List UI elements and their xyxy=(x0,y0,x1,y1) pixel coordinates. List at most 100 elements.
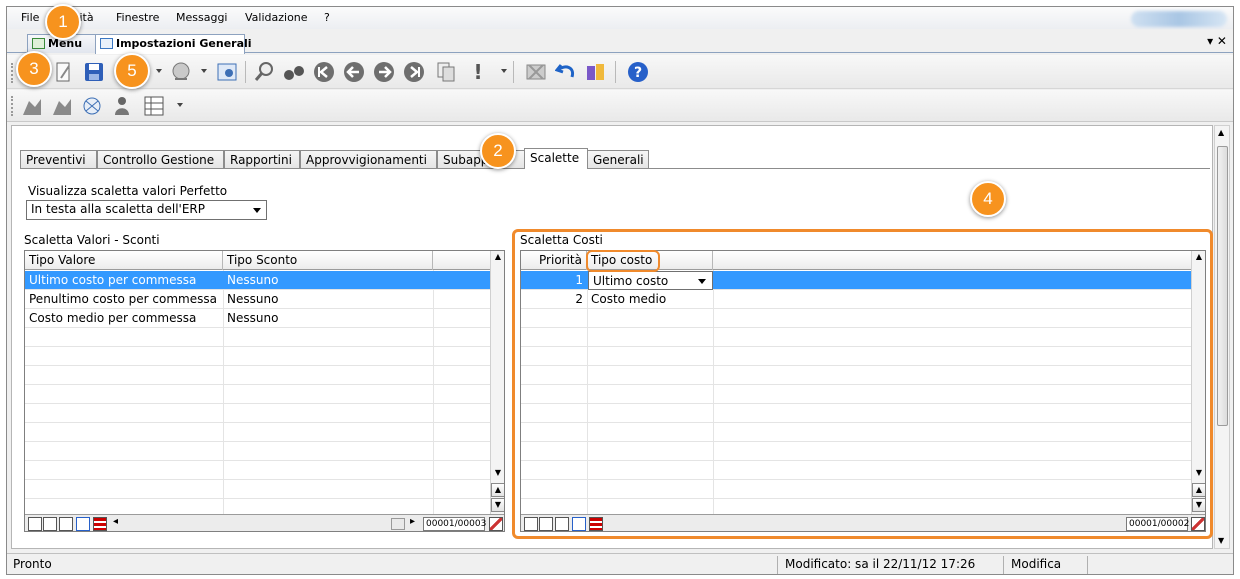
settings-panel: Preventivi Controllo Gestione Rapportini… xyxy=(11,125,1213,549)
search-icon[interactable] xyxy=(253,61,275,83)
globe-icon[interactable] xyxy=(171,61,193,83)
status-divider xyxy=(777,556,778,574)
grid-vertical-scrollbar[interactable]: ▲ ▼ ▲ ▼ xyxy=(490,251,504,515)
tab-rapportini[interactable]: Rapportini xyxy=(224,150,300,169)
status-mode: Modifica xyxy=(1011,557,1062,571)
globe-dropdown-icon[interactable] xyxy=(201,69,207,73)
settings-icon[interactable] xyxy=(216,61,238,83)
new-row-icon[interactable] xyxy=(28,517,42,531)
list-icon[interactable] xyxy=(93,517,107,531)
export-icon[interactable] xyxy=(76,517,90,531)
chevron-down-icon xyxy=(253,208,261,213)
empty-row xyxy=(25,347,490,366)
document-tabs: Menu Impostazioni Generali ▾ ✕ xyxy=(7,31,1233,54)
tab-preventivi[interactable]: Preventivi xyxy=(20,150,97,169)
settings-tab-icon xyxy=(100,38,113,49)
main-toolbar: ! ? xyxy=(7,55,1233,89)
status-bar: Pronto Modificato: sa il 22/11/12 17:26 … xyxy=(7,553,1233,574)
toolbar-grip xyxy=(11,63,13,83)
scroll-down-icon[interactable]: ▼ xyxy=(491,467,504,481)
scroll-down-icon[interactable]: ▼ xyxy=(1218,536,1224,545)
help-icon[interactable]: ? xyxy=(627,61,649,83)
cell-tipo-sconto: Nessuno xyxy=(227,292,279,306)
attach-icon[interactable] xyxy=(585,61,607,83)
last-record-icon[interactable] xyxy=(403,61,425,83)
callout-badge-5: 5 xyxy=(114,53,150,89)
next-record-icon[interactable] xyxy=(373,61,395,83)
table-row[interactable]: Costo medio per commessa Nessuno xyxy=(25,309,490,328)
doctab-impostazioni-generali[interactable]: Impostazioni Generali xyxy=(95,34,252,54)
table-row[interactable]: Penultimo costo per commessa Nessuno xyxy=(25,290,490,309)
menu-tab-icon xyxy=(32,38,45,49)
delete-row-icon[interactable] xyxy=(43,517,57,531)
building-icon[interactable] xyxy=(21,95,43,117)
toolbar-separator xyxy=(615,61,616,83)
alert-icon[interactable]: ! xyxy=(467,60,489,84)
cell-tipo-sconto: Nessuno xyxy=(227,273,279,287)
table-row[interactable]: Ultimo costo per commessa Nessuno xyxy=(25,271,490,290)
scaletta-valori-title: Scaletta Valori - Sconti xyxy=(24,233,160,247)
empty-row xyxy=(25,404,490,423)
scroll-left-icon[interactable]: ◂ xyxy=(113,516,118,527)
doc-window-controls[interactable]: ▾ ✕ xyxy=(1207,34,1227,48)
svg-text:?: ? xyxy=(634,65,642,81)
status-divider xyxy=(1003,556,1004,574)
edit-icon[interactable] xyxy=(53,61,75,83)
callout-badge-2: 2 xyxy=(480,133,516,169)
scrollbar-thumb[interactable] xyxy=(1217,146,1228,426)
menu-messaggi[interactable]: Messaggi xyxy=(176,11,227,24)
grid-view-icon[interactable] xyxy=(143,95,165,117)
refresh-icon[interactable] xyxy=(489,517,503,531)
scaletta-costi-highlight xyxy=(512,229,1213,539)
grid-header: Tipo Valore Tipo Sconto xyxy=(25,251,490,270)
scroll-up-icon[interactable]: ▲ xyxy=(1218,128,1224,137)
cell-tipo-valore: Costo medio per commessa xyxy=(29,311,197,325)
cancel-icon[interactable] xyxy=(525,61,547,83)
app-window: File Utilità Finestre Messaggi Validazio… xyxy=(6,6,1234,575)
scroll-up-icon[interactable]: ▲ xyxy=(491,251,504,265)
status-text: Pronto xyxy=(13,557,52,571)
tab-generali[interactable]: Generali xyxy=(587,150,649,169)
network-icon[interactable] xyxy=(81,95,103,117)
edit-row-icon[interactable] xyxy=(59,517,73,531)
menu-finestre[interactable]: Finestre xyxy=(116,11,159,24)
first-record-icon[interactable] xyxy=(313,61,335,83)
menu-help[interactable]: ? xyxy=(324,11,330,24)
user-icon[interactable] xyxy=(111,95,133,117)
grid-view-dropdown-icon[interactable] xyxy=(177,103,183,107)
empty-row xyxy=(25,480,490,499)
visualizza-label: Visualizza scaletta valori Perfetto xyxy=(28,184,228,198)
scroll-right-icon[interactable]: ▸ xyxy=(410,516,415,527)
tab-scalette[interactable]: Scalette xyxy=(524,148,588,169)
alert-dropdown-icon[interactable] xyxy=(501,69,507,73)
binoculars-icon[interactable] xyxy=(283,61,305,83)
cell-tipo-valore: Ultimo costo per commessa xyxy=(29,273,197,287)
row-down-icon[interactable]: ▼ xyxy=(491,498,504,512)
doctab-active-label: Impostazioni Generali xyxy=(116,37,252,50)
empty-row xyxy=(25,461,490,480)
tab-approvvigionamenti[interactable]: Approvvigionamenti xyxy=(300,150,437,169)
status-modified: Modificato: sa il 22/11/12 17:26 xyxy=(785,557,976,571)
callout-badge-3: 3 xyxy=(16,51,52,87)
row-up-icon[interactable]: ▲ xyxy=(491,483,504,497)
menu-validazione[interactable]: Validazione xyxy=(245,11,308,24)
blurred-user-area xyxy=(1131,11,1227,27)
main-vertical-scrollbar[interactable]: ▲ ▼ xyxy=(1214,125,1230,549)
visualizza-select-value: In testa alla scaletta dell'ERP xyxy=(31,202,205,216)
hscroll-thumb[interactable] xyxy=(391,518,405,530)
save-icon[interactable] xyxy=(83,61,105,83)
visualizza-select[interactable]: In testa alla scaletta dell'ERP xyxy=(26,200,267,220)
col-tipo-valore[interactable]: Tipo Valore xyxy=(25,251,223,270)
undo-icon[interactable] xyxy=(555,61,577,83)
print-dropdown-icon[interactable] xyxy=(156,69,162,73)
tab-controllo-gestione[interactable]: Controllo Gestione xyxy=(97,150,224,169)
prev-record-icon[interactable] xyxy=(343,61,365,83)
empty-row xyxy=(25,328,490,347)
building-alt-icon[interactable] xyxy=(51,95,73,117)
tabs-baseline xyxy=(20,168,1210,169)
callout-badge-1: 1 xyxy=(45,4,81,40)
col-tipo-sconto[interactable]: Tipo Sconto xyxy=(223,251,433,270)
cell-tipo-valore: Penultimo costo per commessa xyxy=(29,292,217,306)
copy-icon[interactable] xyxy=(435,61,457,83)
menu-file[interactable]: File xyxy=(21,11,39,24)
